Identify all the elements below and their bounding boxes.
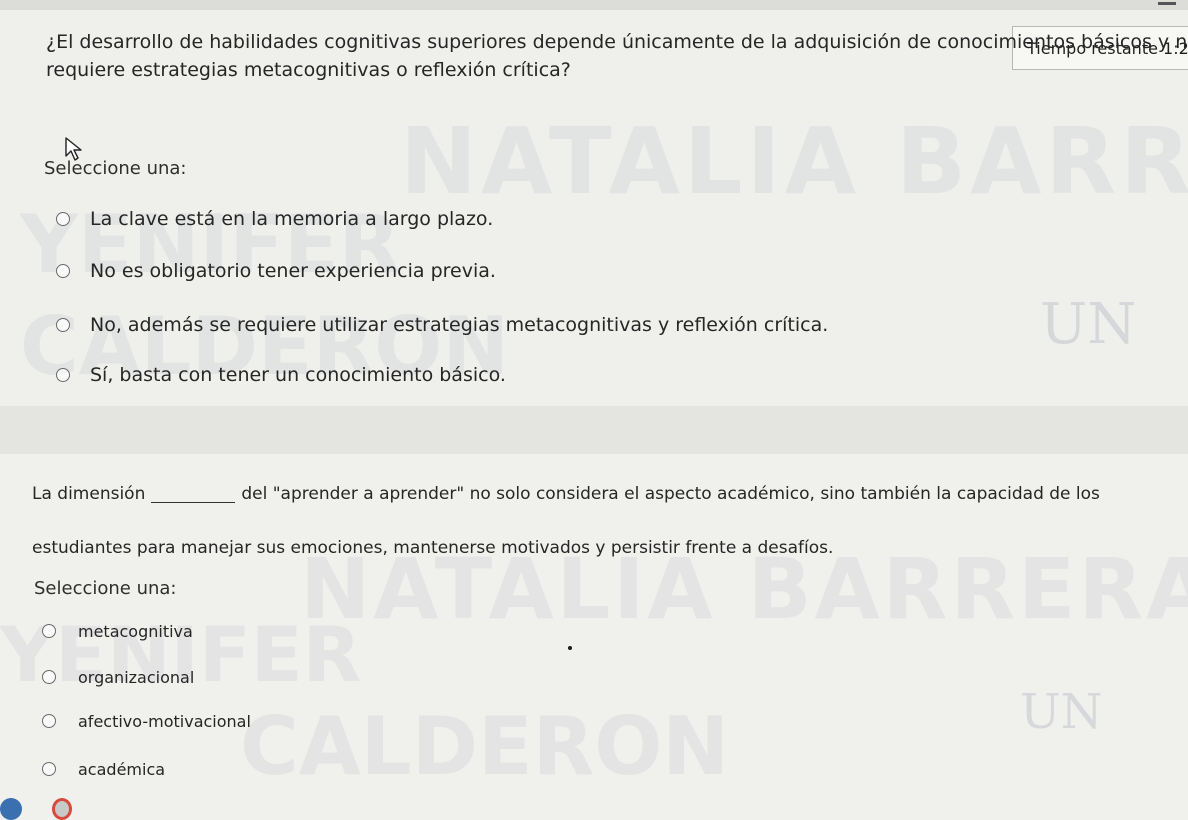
answer-option[interactable]: No es obligatorio tener experiencia prev… (56, 258, 496, 284)
select-one-label: Seleccione una: (34, 578, 177, 599)
radio-button-icon[interactable] (42, 670, 56, 684)
minimize-icon[interactable] (1158, 2, 1176, 5)
radio-button-icon[interactable] (42, 762, 56, 776)
question-1-text: requiere estrategias metacognitivas o re… (46, 59, 571, 81)
question-2-prefix: La dimensión (32, 484, 146, 504)
answer-option[interactable]: No, además se requiere utilizar estrateg… (56, 312, 828, 338)
question-2-text: La dimensión del "aprender a aprender" no… (32, 482, 1100, 506)
fill-in-blank (151, 502, 236, 503)
answer-option[interactable]: afectivo-motivacional (42, 708, 251, 734)
answer-option[interactable]: académica (42, 756, 165, 782)
radio-button-icon[interactable] (56, 318, 70, 332)
answer-option-label: organizacional (78, 667, 195, 687)
answer-option-label: No es obligatorio tener experiencia prev… (90, 260, 496, 282)
question-2-suffix: del "aprender a aprender" no solo consid… (241, 484, 1100, 504)
answer-option-label: La clave está en la memoria a largo plaz… (90, 208, 494, 230)
answer-option[interactable]: metacognitiva (42, 618, 193, 644)
radio-button-icon[interactable] (42, 714, 56, 728)
stray-dot (568, 646, 572, 650)
select-one-label: Seleccione una: (44, 158, 187, 179)
answer-option[interactable]: Sí, basta con tener un conocimiento bási… (56, 362, 506, 388)
answer-option-label: afectivo-motivacional (78, 711, 251, 731)
radio-button-icon[interactable] (42, 624, 56, 638)
taskbar-app-icon[interactable] (0, 798, 22, 820)
answer-option-label: No, además se requiere utilizar estrateg… (90, 314, 829, 336)
answer-option[interactable]: La clave está en la memoria a largo plaz… (56, 206, 493, 232)
answer-option-label: metacognitiva (78, 621, 193, 641)
browser-icon[interactable] (52, 798, 72, 820)
radio-button-icon[interactable] (56, 368, 70, 382)
radio-button-icon[interactable] (56, 212, 70, 226)
radio-button-icon[interactable] (56, 264, 70, 278)
question-2-text: estudiantes para manejar sus emociones, … (32, 538, 834, 558)
answer-option-label: académica (78, 759, 166, 779)
answer-option-label: Sí, basta con tener un conocimiento bási… (90, 364, 506, 386)
question-1-text: ¿El desarrollo de habilidades cognitivas… (46, 31, 1188, 53)
answer-option[interactable]: organizacional (42, 664, 194, 690)
question-separator (0, 406, 1188, 454)
